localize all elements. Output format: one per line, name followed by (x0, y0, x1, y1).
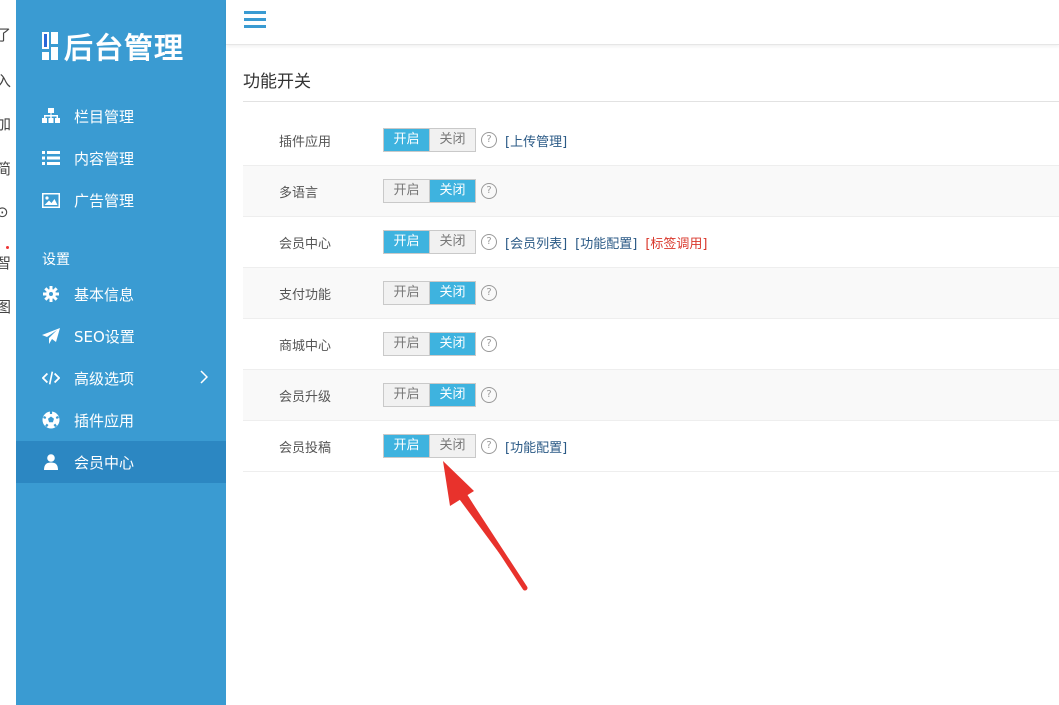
background-glyph: 入 (0, 70, 11, 91)
feature-label: 支付功能 (279, 287, 332, 303)
sidebar-item-label: 高级选项 (74, 369, 135, 388)
feature-toggle: 开启 关闭 (383, 128, 476, 152)
sidebar-item-label: 插件应用 (74, 411, 135, 430)
sidebar-item-plugins[interactable]: 插件应用 (16, 399, 226, 441)
gear-icon (42, 285, 60, 303)
feature-label: 多语言 (279, 185, 319, 201)
sidebar-item-content-management[interactable]: 内容管理 (16, 137, 226, 179)
main-content: 功能开关 插件应用 开启 关闭 ? [上传管理] 多语言 开启 关闭 ? 会员中… (226, 45, 1059, 705)
sidebar-item-seo-settings[interactable]: SEO设置 (16, 315, 226, 357)
feature-toggle: 开启 关闭 (383, 179, 476, 203)
toggle-on-button[interactable]: 开启 (384, 435, 429, 457)
toggle-on-button[interactable]: 开启 (384, 333, 429, 355)
sidebar: 后台管理 栏目管理 内容管理 广告管理 设置 基本信息 SEO设置 高级选项 插… (16, 0, 226, 705)
toggle-off-button[interactable]: 关闭 (429, 333, 475, 355)
feature-config-link[interactable]: [功能配置] (575, 233, 637, 252)
feature-row-member-center: 会员中心 开启 关闭 ? [会员列表] [功能配置] [标签调用] (243, 217, 1059, 268)
feature-row-payment: 支付功能 开启 关闭 ? (243, 268, 1059, 319)
background-glyph: 了 (0, 24, 11, 45)
background-glyph: 智 (0, 252, 11, 273)
chevron-right-icon (200, 370, 209, 388)
sidebar-item-member-center[interactable]: 会员中心 (16, 441, 226, 483)
user-icon (42, 453, 60, 471)
logo-mark-icon (42, 32, 58, 60)
sidebar-item-label: SEO设置 (74, 327, 135, 346)
sidebar-item-basic-info[interactable]: 基本信息 (16, 273, 226, 315)
page-title: 功能开关 (243, 72, 311, 92)
sidebar-item-advanced-options[interactable]: 高级选项 (16, 357, 226, 399)
toggle-off-button[interactable]: 关闭 (429, 282, 475, 304)
image-icon (42, 191, 60, 209)
feature-toggle: 开启 关闭 (383, 383, 476, 407)
feature-label: 商城中心 (279, 338, 332, 354)
help-icon[interactable]: ? (481, 234, 497, 250)
toggle-on-button[interactable]: 开启 (384, 180, 429, 202)
toggle-on-button[interactable]: 开启 (384, 129, 429, 151)
logo-text: 后台管理 (64, 31, 185, 65)
logo[interactable]: 后台管理 (42, 28, 185, 65)
toggle-on-button[interactable]: 开启 (384, 282, 429, 304)
background-glyph: 图 (0, 296, 11, 317)
help-icon[interactable]: ? (481, 183, 497, 199)
code-icon (42, 369, 60, 387)
feature-toggle: 开启 关闭 (383, 281, 476, 305)
member-list-link[interactable]: [会员列表] (505, 233, 567, 252)
sidebar-section-settings: 设置 (42, 252, 70, 268)
toggle-off-button[interactable]: 关闭 (429, 231, 475, 253)
feature-label: 会员升级 (279, 389, 332, 405)
feature-toggle: 开启 关闭 (383, 434, 476, 458)
toggle-off-button[interactable]: 关闭 (429, 384, 475, 406)
background-glyph: 加 (0, 113, 11, 134)
feature-row-member-submission: 会员投稿 开启 关闭 ? [功能配置] (243, 421, 1059, 472)
feature-toggle: 开启 关闭 (383, 230, 476, 254)
paper-plane-icon (42, 327, 60, 345)
feature-switch-list: 插件应用 开启 关闭 ? [上传管理] 多语言 开启 关闭 ? 会员中心 开启 … (243, 115, 1059, 472)
help-icon[interactable]: ? (481, 438, 497, 454)
background-glyph: 简 (0, 158, 11, 179)
feature-label: 插件应用 (279, 134, 332, 150)
sidebar-item-ad-management[interactable]: 广告管理 (16, 179, 226, 221)
feature-config-link[interactable]: [功能配置] (505, 437, 567, 456)
help-icon[interactable]: ? (481, 285, 497, 301)
upload-management-link[interactable]: [上传管理] (505, 131, 567, 150)
list-icon (42, 149, 60, 167)
hamburger-menu-icon[interactable] (244, 11, 266, 29)
toggle-off-button[interactable]: 关闭 (429, 435, 475, 457)
red-dot (6, 246, 9, 249)
sidebar-item-column-management[interactable]: 栏目管理 (16, 95, 226, 137)
top-bar (226, 0, 1059, 45)
feature-row-multilanguage: 多语言 开启 关闭 ? (243, 166, 1059, 217)
toggle-on-button[interactable]: 开启 (384, 384, 429, 406)
feature-label: 会员投稿 (279, 440, 332, 456)
help-icon[interactable]: ? (481, 132, 497, 148)
sidebar-nav: 栏目管理 内容管理 广告管理 设置 基本信息 SEO设置 高级选项 插件应用 会… (16, 95, 226, 483)
sidebar-item-label: 栏目管理 (74, 107, 135, 126)
background-window-strip: 了 入 加 简 ⊙ 智 图 (0, 0, 17, 705)
feature-row-mall: 商城中心 开启 关闭 ? (243, 319, 1059, 370)
help-icon[interactable]: ? (481, 387, 497, 403)
toggle-off-button[interactable]: 关闭 (429, 180, 475, 202)
feature-label: 会员中心 (279, 236, 332, 252)
feature-row-member-upgrade: 会员升级 开启 关闭 ? (243, 370, 1059, 421)
toggle-on-button[interactable]: 开启 (384, 231, 429, 253)
background-glyph: ⊙ (0, 203, 9, 221)
sidebar-item-label: 广告管理 (74, 191, 135, 210)
help-icon[interactable]: ? (481, 336, 497, 352)
feature-row-plugins: 插件应用 开启 关闭 ? [上传管理] (243, 115, 1059, 166)
toggle-off-button[interactable]: 关闭 (429, 129, 475, 151)
sitemap-icon (42, 107, 60, 125)
feature-toggle: 开启 关闭 (383, 332, 476, 356)
tag-call-link[interactable]: [标签调用] (645, 233, 707, 252)
sidebar-item-label: 基本信息 (74, 285, 135, 304)
sidebar-item-label: 内容管理 (74, 149, 135, 168)
sidebar-item-label: 会员中心 (74, 453, 135, 472)
soccer-ball-icon (42, 411, 60, 429)
title-divider (243, 101, 1059, 102)
